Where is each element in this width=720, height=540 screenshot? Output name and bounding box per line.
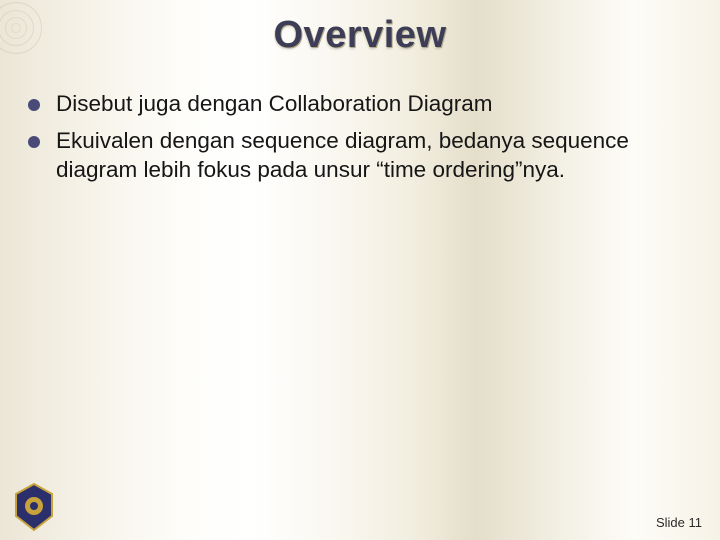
list-item: Disebut juga dengan Collaboration Diagra… — [28, 90, 692, 119]
list-item: Ekuivalen dengan sequence diagram, bedan… — [28, 127, 692, 185]
bullet-text: Ekuivalen dengan sequence diagram, bedan… — [56, 127, 692, 185]
institution-logo-icon — [12, 482, 56, 532]
bullet-dot-icon — [28, 136, 40, 148]
bullet-dot-icon — [28, 99, 40, 111]
bullet-list: Disebut juga dengan Collaboration Diagra… — [28, 90, 692, 192]
bullet-text: Disebut juga dengan Collaboration Diagra… — [56, 90, 493, 119]
slide-title: Overview — [0, 14, 720, 57]
slide-number: Slide 11 — [656, 515, 702, 530]
